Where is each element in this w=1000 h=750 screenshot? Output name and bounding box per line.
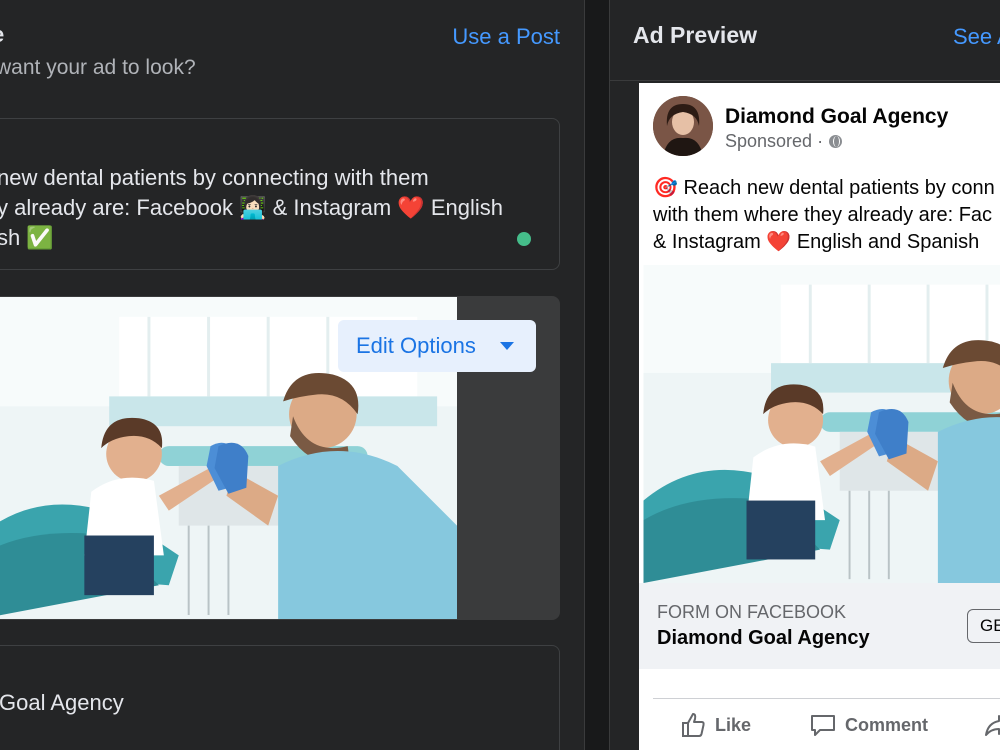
like-button[interactable]: Like <box>679 708 751 742</box>
facebook-post-preview: Diamond Goal Agency Sponsored · 🎯 Reach … <box>639 83 1000 750</box>
use-a-post-link[interactable]: Use a Post <box>452 24 560 50</box>
page-name[interactable]: Diamond Goal Agency <box>725 105 948 129</box>
share-button[interactable] <box>983 708 1000 742</box>
primary-text-line: y already are: Facebook 👩🏻‍💻 & Instagram… <box>0 195 504 220</box>
comment-button[interactable]: Comment <box>809 708 928 742</box>
sponsored-text: Sponsored · <box>725 131 824 151</box>
primary-text-line: sh ✅ <box>0 225 54 250</box>
ad-text-line: 🎯 Reach new dental patients by conn <box>653 177 995 199</box>
see-all-link[interactable]: See A <box>953 24 1000 50</box>
globe-icon <box>829 135 843 148</box>
cta-bar: FORM ON FACEBOOK Diamond Goal Agency GE <box>639 583 1000 669</box>
cta-button[interactable]: GE <box>967 609 1000 643</box>
avatar-image <box>653 96 713 156</box>
ad-body-text: 🎯 Reach new dental patients by conn with… <box>653 175 1000 256</box>
primary-text-value: new dental patients by connecting with t… <box>0 163 557 253</box>
divider <box>653 698 1000 699</box>
thumbs-up-icon <box>682 713 705 737</box>
cta-name: Diamond Goal Agency <box>657 627 870 649</box>
avatar <box>653 96 713 156</box>
share-icon <box>985 715 1000 736</box>
caret-down-icon <box>500 342 514 350</box>
ad-preview-graphic <box>639 265 1000 583</box>
like-label: Like <box>715 714 752 735</box>
primary-text-line: new dental patients by connecting with t… <box>0 165 429 190</box>
panel-gutter <box>585 0 609 750</box>
media-card: Edit Options <box>0 296 560 620</box>
headline-value: Goal Agency <box>0 690 124 715</box>
status-indicator-icon <box>517 232 531 246</box>
edit-options-button[interactable]: Edit Options <box>338 320 536 372</box>
headline-field[interactable]: Goal Agency <box>0 645 560 750</box>
comment-icon <box>811 715 835 736</box>
ad-creative-panel: e Use a Post want your ad to look? new d… <box>0 0 585 750</box>
primary-text-field[interactable]: new dental patients by connecting with t… <box>0 118 560 270</box>
sponsored-label: Sponsored · <box>725 131 843 152</box>
ad-preview-image <box>639 265 1000 583</box>
ad-preview-panel: Ad Preview See A Diamond Goal Agency Spo… <box>609 0 1000 750</box>
ad-preview-title: Ad Preview <box>633 22 757 48</box>
edit-options-label: Edit Options <box>356 333 476 358</box>
comment-label: Comment <box>845 714 929 735</box>
section-title: e <box>0 22 4 48</box>
ad-text-line: with them where they already are: Fac <box>653 204 993 226</box>
section-subtitle: want your ad to look? <box>0 56 196 79</box>
ad-text-line: & Instagram ❤️ English and Spanish <box>653 231 980 253</box>
divider <box>610 80 1000 81</box>
cta-type: FORM ON FACEBOOK <box>657 602 847 622</box>
